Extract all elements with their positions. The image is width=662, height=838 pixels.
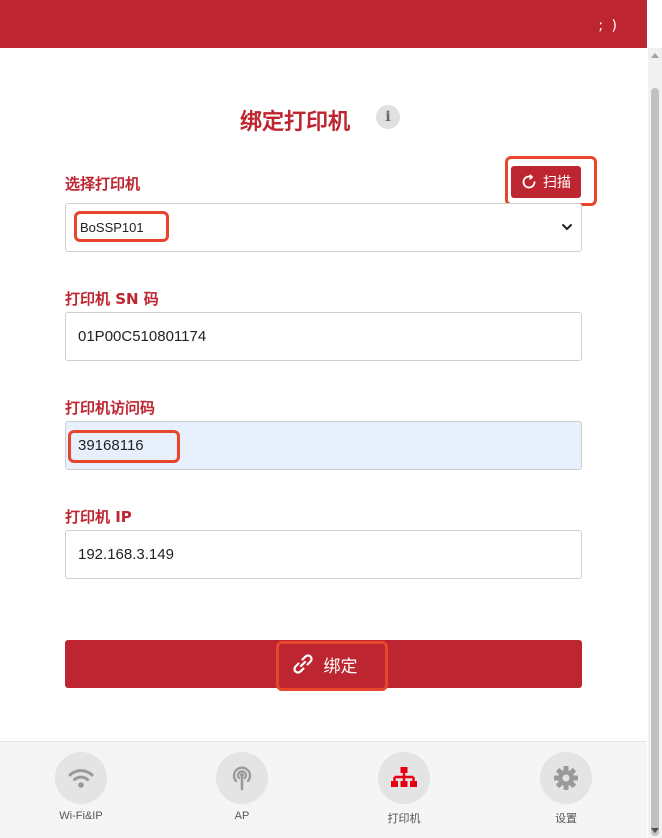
page-title: 绑定打印机: [240, 110, 351, 135]
sn-label: 打印机 SN 码: [65, 290, 159, 308]
nav-item-wifi[interactable]: Wi-Fi&IP: [41, 752, 121, 822]
vertical-scrollbar[interactable]: [648, 48, 662, 838]
ip-input[interactable]: 192.168.3.149: [65, 530, 582, 579]
access-code-highlight-box: [68, 430, 180, 463]
bind-highlight-box: [276, 641, 388, 691]
sn-input-value: 01P00C510801174: [78, 328, 207, 345]
printer-select-highlight-box: [74, 211, 169, 242]
nav-label-ap: AP: [234, 810, 250, 822]
printer-network-icon: [391, 767, 417, 787]
header-right-text: ; ): [598, 18, 619, 34]
scan-highlight-box: [505, 156, 597, 206]
nav-item-settings[interactable]: 设置: [526, 752, 606, 826]
nav-label-settings: 设置: [555, 813, 577, 825]
ip-label: 打印机 IP: [65, 508, 132, 526]
scroll-up-arrow-icon[interactable]: [651, 53, 659, 58]
ip-input-value: 192.168.3.149: [78, 546, 174, 563]
access-code-label: 打印机访问码: [65, 399, 156, 417]
sn-input[interactable]: 01P00C510801174: [65, 312, 582, 361]
nav-label-wifi: Wi-Fi&IP: [59, 810, 103, 822]
nav-item-ap[interactable]: AP: [202, 752, 282, 822]
scroll-down-arrow-icon[interactable]: [651, 828, 659, 833]
wifi-icon: [68, 769, 94, 788]
info-icon[interactable]: i: [376, 105, 400, 129]
bottom-navigation: Wi-Fi&IP AP 打印机 设置: [0, 741, 647, 838]
chevron-down-icon: [562, 224, 572, 230]
scroll-thumb[interactable]: [651, 88, 659, 836]
nav-label-printer: 打印机: [387, 813, 421, 825]
nav-icon-circle: [216, 752, 268, 804]
select-printer-label: 选择打印机: [65, 175, 141, 193]
top-header-bar: ; ): [0, 0, 647, 48]
nav-icon-circle: [540, 752, 592, 804]
nav-item-printer[interactable]: 打印机: [364, 752, 444, 826]
nav-icon-circle: [378, 752, 430, 804]
antenna-icon: [232, 766, 252, 791]
nav-icon-circle: [55, 752, 107, 804]
gear-icon: [554, 766, 578, 790]
